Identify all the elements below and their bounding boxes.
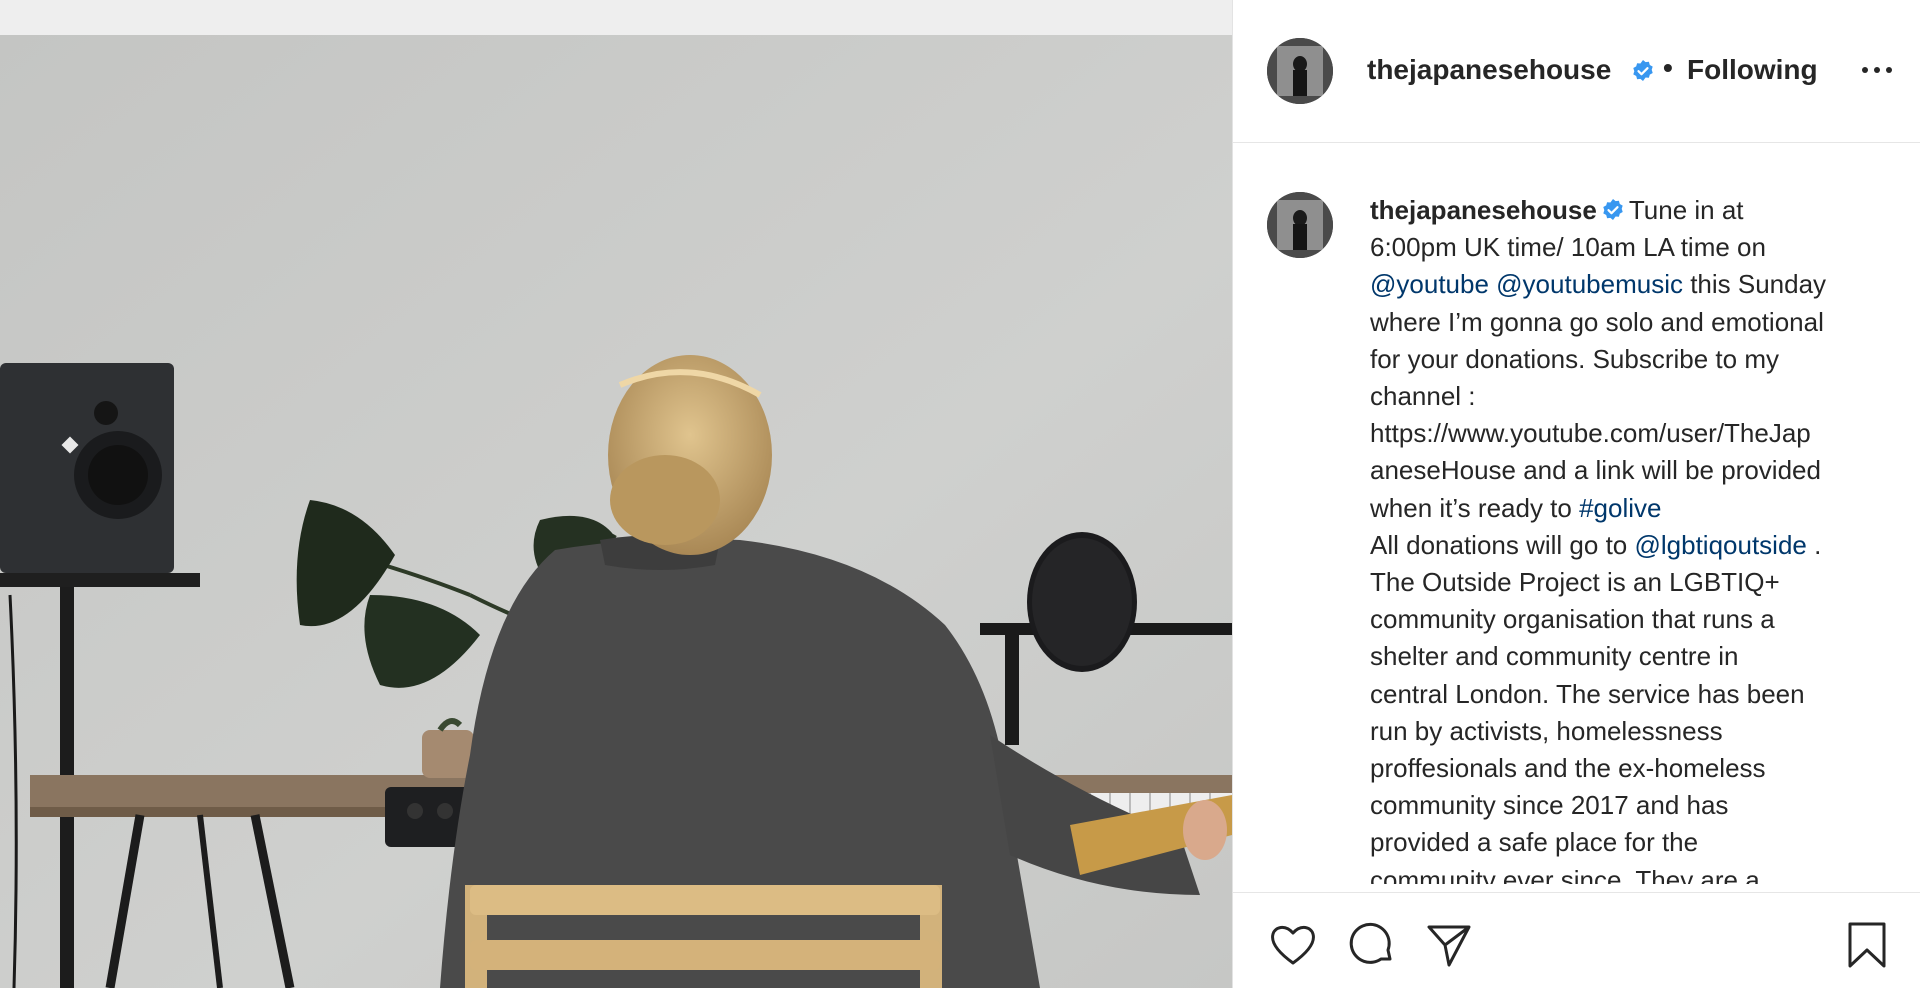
post-caption: thejapanesehouse Tune in at 6:00pm UK tim… — [1233, 144, 1920, 884]
mention-link[interactable]: @youtubemusic — [1496, 269, 1683, 299]
caption-line: run by activists, homelessness — [1370, 713, 1910, 750]
caption-line: https://www.youtube.com/user/TheJap — [1370, 415, 1910, 452]
mention-link[interactable]: @youtube — [1370, 269, 1489, 299]
post-actions-bar — [1233, 892, 1920, 988]
caption-line: aneseHouse and a link will be provided — [1370, 452, 1910, 489]
caption-segment: aneseHouse and a link will be provided — [1370, 455, 1821, 486]
caption-line: when it’s ready to #golive — [1370, 490, 1910, 527]
caption-segment: shelter and community centre in — [1370, 641, 1739, 672]
caption-segment: The Outside Project is an LGBTIQ+ — [1370, 567, 1780, 598]
caption-line: for your donations. Subscribe to my — [1370, 341, 1910, 378]
caption-line: The Outside Project is an LGBTIQ+ — [1370, 564, 1910, 601]
caption-line: provided a safe place for the — [1370, 824, 1910, 861]
profile-avatar[interactable] — [1267, 38, 1333, 104]
caption-line: @youtube @youtubemusic this Sunday — [1370, 266, 1910, 303]
caption-segment: when it’s ready to — [1370, 492, 1580, 523]
bookmark-icon[interactable] — [1841, 919, 1893, 971]
more-options-icon[interactable] — [1857, 56, 1897, 84]
caption-segment: provided a safe place for the — [1370, 827, 1699, 858]
verified-badge-icon — [1631, 59, 1655, 83]
post-photo-illustration — [0, 35, 1232, 988]
caption-segment: community organisation that runs a — [1370, 604, 1775, 635]
caption-line: channel : — [1370, 378, 1910, 415]
post-photo[interactable] — [0, 35, 1232, 988]
caption-segment: this Sunday — [1682, 269, 1827, 300]
caption-line: community since 2017 and has — [1370, 787, 1910, 824]
caption-line: central London. The service has been — [1370, 676, 1910, 713]
caption-text: thejapanesehouse Tune in at 6:00pm UK tim… — [1370, 192, 1910, 884]
caption-segment: for your donations. Subscribe to my — [1370, 343, 1779, 374]
caption-segment: Tune in at — [1628, 195, 1744, 225]
caption-segment: . — [1806, 529, 1822, 560]
caption-segment: Tune in at — [1629, 195, 1744, 225]
caption-segment: channel : — [1370, 381, 1476, 412]
caption-segment: All donations will go to — [1370, 529, 1635, 560]
caption-line: community organisation that runs a — [1370, 601, 1910, 638]
header-separator: • — [1663, 52, 1673, 83]
caption-segment: https://www.youtube.com/user/TheJap — [1370, 418, 1811, 449]
caption-line: All donations will go to @lgbtiqoutside … — [1370, 527, 1910, 564]
caption-segment: 6:00pm UK time/ 10am LA time on — [1370, 232, 1766, 263]
caption-username[interactable]: thejapanesehouse — [1370, 195, 1597, 225]
top-browser-strip — [0, 0, 1232, 35]
caption-segment: run by activists, homelessness — [1370, 715, 1723, 746]
post-side-panel: thejapanesehouse • Following thejapanese… — [1232, 0, 1920, 988]
caption-line: where I’m gonna go solo and emotional — [1370, 304, 1910, 341]
paper-plane-icon[interactable] — [1423, 919, 1475, 971]
caption-segment: where I’m gonna go solo and emotional — [1370, 306, 1824, 337]
caption-line: community ever since. They are a — [1370, 862, 1910, 884]
caption-segment: central London. The service has been — [1370, 678, 1805, 709]
comment-bubble-icon[interactable] — [1345, 919, 1397, 971]
caption-line: shelter and community centre in — [1370, 638, 1910, 675]
caption-segment: community since 2017 and has — [1370, 790, 1729, 821]
caption-segment: community ever since. They are a — [1370, 864, 1760, 884]
mention-link[interactable]: @lgbtiqoutside — [1634, 530, 1806, 560]
caption-line: 6:00pm UK time/ 10am LA time on — [1370, 229, 1910, 266]
post-header: thejapanesehouse • Following — [1233, 0, 1920, 143]
caption-line: proffesionals and the ex-homeless — [1370, 750, 1910, 787]
caption-line: thejapanesehouse Tune in at — [1370, 192, 1910, 229]
caption-segment: proffesionals and the ex-homeless — [1370, 753, 1766, 784]
hashtag-link[interactable]: #golive — [1579, 493, 1661, 523]
caption-author-avatar[interactable] — [1267, 192, 1333, 258]
verified-badge-icon — [1601, 198, 1625, 222]
heart-icon[interactable] — [1267, 919, 1319, 971]
post-author-username[interactable]: thejapanesehouse — [1367, 54, 1611, 86]
following-button[interactable]: Following — [1687, 54, 1818, 86]
